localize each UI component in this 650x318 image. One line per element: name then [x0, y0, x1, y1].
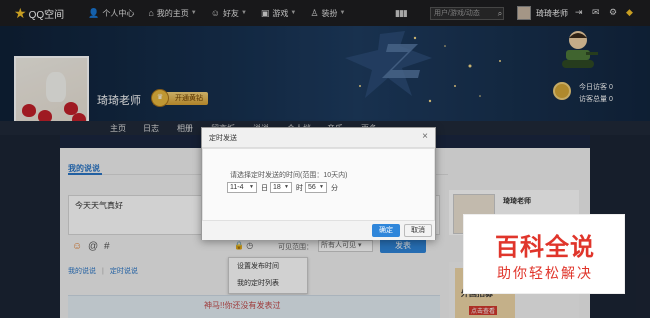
watermark-logo: 百科全说 助你轻松解决 [463, 214, 625, 294]
schedule-dropdown: 设置发布时间 我的定时列表 [228, 257, 308, 294]
cancel-button[interactable]: 取消 [404, 224, 432, 237]
schedule-dialog: 定时发送 × 请选择定时发送的时间(范围：10天内) 11-4 ▼ 日 18 ▼ 时… [201, 127, 436, 240]
home-icon: ⌂ [148, 8, 154, 18]
nav-label: 装扮 [321, 8, 338, 18]
rabbit-figure [46, 72, 66, 102]
qzone-logo[interactable]: ★ QQ空间 [14, 5, 64, 22]
ad-button[interactable]: 点击查看 [469, 306, 498, 315]
minute-select[interactable]: 56 ▼ [305, 182, 327, 193]
page-margin-left [0, 135, 60, 318]
nav-label: 好友 [222, 8, 239, 18]
tab-my-shuoshuo[interactable]: 我的说说 [68, 268, 96, 275]
nav-label: 游戏 [272, 8, 289, 18]
nav-label: 我的主页 [156, 8, 189, 18]
avatar[interactable] [517, 6, 531, 20]
top-username[interactable]: 琦琦老师 [536, 8, 568, 19]
date-select[interactable]: 11-4 ▼ [227, 182, 257, 193]
hour-unit: 时 [296, 185, 303, 192]
logout-icon[interactable]: ⇥ [575, 7, 583, 18]
tank-mascot-icon[interactable] [558, 28, 598, 72]
chevron-down-icon: ▼ [290, 10, 297, 16]
vip-label: 开通黄钻 [175, 95, 203, 102]
search-icon[interactable]: ⌕ [494, 7, 506, 20]
chevron-down-icon: ▼ [339, 10, 346, 16]
nav-my-home[interactable]: ⌂ 我的主页 ▼ [148, 8, 196, 19]
profile-name: 琦琦老师 [97, 95, 141, 107]
lock-icon[interactable]: 🔒 [234, 241, 244, 250]
friends-icon: ☺ [210, 8, 220, 18]
tab-scheduled[interactable]: 定时说说 [110, 268, 138, 275]
profile-avatar[interactable] [14, 56, 89, 131]
nav-decorate[interactable]: ♙ 装扮 ▼ [310, 8, 345, 19]
chevron-down-icon: ▼ [319, 184, 324, 190]
bar-chart-icon[interactable]: ▮▮▮ [395, 8, 408, 19]
search-input[interactable]: 用户/游戏/动态 [430, 7, 504, 20]
dialog-header[interactable]: 定时发送 × [202, 128, 435, 148]
clock-icon[interactable]: ◷ [246, 241, 253, 250]
gamepad-icon: ▣ [260, 7, 270, 18]
visibility-value: 所有人可见 [321, 242, 356, 249]
nav-personal-center[interactable]: 👤 个人中心 [88, 8, 134, 19]
nav-friends[interactable]: ☺ 好友 ▼ [211, 8, 247, 19]
menu-item-set-time[interactable]: 设置发布时间 [229, 258, 307, 275]
tab-album[interactable]: 相册 [177, 123, 193, 134]
shuoshuo-tabs: 我的说说 | 定时说说 [68, 266, 138, 276]
hashtag-icon[interactable]: # [104, 241, 110, 252]
dialog-title: 定时发送 [209, 135, 237, 142]
ok-button[interactable]: 确定 [372, 224, 400, 237]
visibility-label: 可见范围： [278, 244, 313, 251]
publish-button[interactable]: 发表 [380, 238, 426, 253]
vip-button[interactable]: ♛ 开通黄钻 [151, 89, 208, 107]
minute-value: 56 [308, 184, 316, 191]
emoji-icon[interactable]: ☺ [72, 241, 82, 252]
watermark-subtitle: 助你轻松解决 [497, 265, 593, 281]
tab-home[interactable]: 主页 [110, 123, 126, 134]
nav-label: 个人中心 [102, 8, 135, 18]
dialog-prompt: 请选择定时发送的时间(范围：10天内) [230, 172, 348, 179]
side-username[interactable]: 琦琦老师 [503, 196, 531, 206]
strawberry [22, 104, 36, 117]
date-unit: 日 [261, 185, 268, 192]
compose-text: 今天天气真好 [75, 201, 123, 210]
visibility-select[interactable]: 所有人可见 ▾ [318, 240, 373, 252]
shirt-icon: ♙ [310, 7, 319, 18]
dialog-footer [202, 221, 435, 240]
chevron-down-icon: ▼ [190, 10, 197, 16]
visitor-icon [553, 82, 571, 100]
mention-icon[interactable]: @ [88, 241, 98, 252]
gear-icon[interactable]: ⚙ [609, 7, 617, 18]
chevron-down-icon: ▼ [284, 184, 289, 190]
minute-unit: 分 [331, 185, 338, 192]
nav-games[interactable]: ▣ 游戏 ▼ [261, 8, 296, 19]
visits-total: 访客总量 0 [579, 96, 613, 103]
person-icon: 👤 [88, 7, 100, 18]
diamond-icon[interactable]: ◆ [626, 7, 633, 18]
tab-blog[interactable]: 日志 [143, 123, 159, 134]
logo-text: QQ空间 [28, 9, 65, 21]
chevron-down-icon: ▼ [249, 184, 254, 190]
tab-separator: | [102, 268, 104, 275]
hour-value: 18 [273, 184, 281, 191]
chevron-down-icon: ▼ [240, 10, 247, 16]
watermark-title: 百科全说 [495, 234, 595, 261]
mail-icon[interactable]: ✉ [592, 7, 600, 18]
comic-banner: 神马!!你还没有发表过 [68, 295, 440, 318]
schedule-icons: 🔒 ◷ [234, 241, 253, 250]
close-icon[interactable]: × [422, 131, 428, 142]
comic-text: 神马!!你还没有发表过 [204, 301, 281, 310]
menu-item-schedule-list[interactable]: 我的定时列表 [229, 275, 307, 292]
hour-select[interactable]: 18 ▼ [270, 182, 292, 193]
active-tab-indicator [68, 173, 102, 175]
star-icon: ★ [14, 4, 27, 21]
visits-today: 今日访客 0 [579, 84, 613, 91]
crown-icon: ♛ [151, 89, 169, 107]
date-value: 11-4 [230, 184, 244, 191]
